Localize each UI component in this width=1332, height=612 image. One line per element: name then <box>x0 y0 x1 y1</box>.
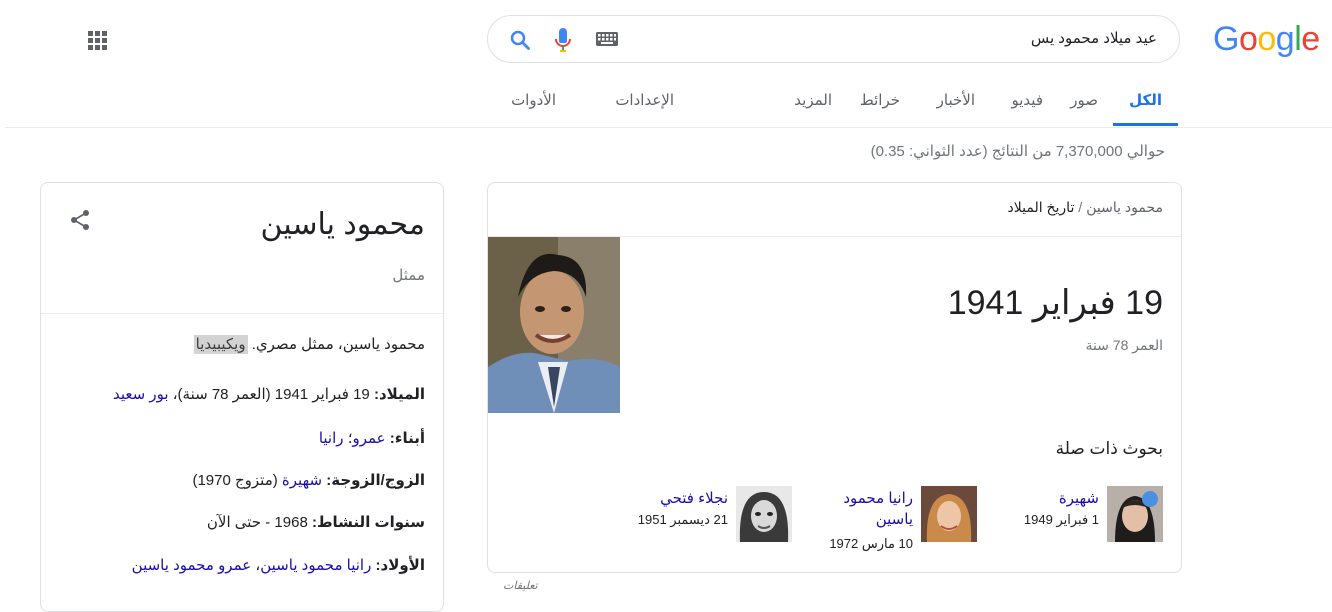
logo-letter: o <box>1257 20 1276 58</box>
keyboard-icon[interactable] <box>596 32 618 46</box>
fact-kids: الأولاد: رانيا محمود ياسين، عمرو محمود ي… <box>132 556 425 574</box>
logo-letter: l <box>1294 20 1302 58</box>
related-searches-heading: بحوث ذات صلة <box>1055 439 1163 458</box>
tab-settings[interactable]: الإعدادات <box>615 82 674 126</box>
fact-active-years: سنوات النشاط: 1968 - حتى الآن <box>207 513 425 531</box>
child-link[interactable]: عمرو <box>352 430 385 447</box>
kp-description-text: محمود ياسين، ممثل مصري. <box>251 336 425 353</box>
related-name[interactable]: شهيرة <box>1059 488 1099 509</box>
breadcrumb-parent[interactable]: محمود ياسين <box>1086 199 1163 215</box>
related-thumbnail[interactable] <box>921 486 977 542</box>
fact-label: الأولاد: <box>375 557 426 574</box>
fact-spouse: الزوج/الزوجة: شهيرة (متزوج 1970) <box>192 471 425 489</box>
birth-date: 19 فبراير 1941 <box>947 284 1163 322</box>
related-thumbnail[interactable] <box>1107 486 1163 542</box>
child-link[interactable]: رانيا <box>319 430 344 447</box>
related-thumbnail[interactable] <box>736 486 792 542</box>
related-date: 21 ديسمبر 1951 <box>637 512 728 527</box>
kp-subtitle: ممثل <box>392 267 425 284</box>
logo-letter: g <box>1275 20 1295 58</box>
related-item[interactable]: نجلاء فتحي 21 ديسمبر 1951 <box>632 486 792 546</box>
fact-label: الزوج/الزوجة: <box>326 472 425 489</box>
related-name-line[interactable]: ياسين <box>843 509 913 530</box>
search-tabs: الكل صور فيديو الأخبار خرائط المزيد الإع… <box>500 82 1180 126</box>
logo-letter: G <box>1213 20 1239 58</box>
fact-label: أبناء: <box>389 430 425 447</box>
born-place-link[interactable]: بور سعيد <box>113 386 169 403</box>
fact-children: أبناء: عمرو؛ رانيا <box>319 429 425 447</box>
fact-value: 19 فبراير 1941 (العمر 78 سنة)، <box>172 386 370 403</box>
mic-icon[interactable] <box>553 27 573 53</box>
fact-value: (متزوج 1970) <box>192 472 278 489</box>
kp-description: محمود ياسين، ممثل مصري. ويكيبيديا <box>193 335 425 354</box>
birthdate-answer-card: محمود ياسين/تاريخ الميلاد 19 فبراير 1941… <box>487 182 1182 573</box>
kid-link[interactable]: عمرو محمود ياسين <box>132 557 252 574</box>
tabs-divider <box>5 127 1332 128</box>
wikipedia-link[interactable]: ويكيبيديا <box>193 335 248 354</box>
related-name-line[interactable]: رانيا محمود <box>843 488 913 509</box>
related-item[interactable]: رانيا محمود ياسين 10 مارس 1972 <box>827 486 977 551</box>
breadcrumb-separator: / <box>1078 199 1083 215</box>
share-icon[interactable] <box>69 209 91 231</box>
breadcrumb: محمود ياسين/تاريخ الميلاد <box>1008 199 1163 216</box>
related-name[interactable]: رانيا محمود ياسين <box>843 488 913 530</box>
kp-divider <box>41 313 443 314</box>
tab-maps[interactable]: خرائط <box>860 82 900 126</box>
tab-images[interactable]: صور <box>1070 82 1098 126</box>
fact-value: 1968 - حتى الآن <box>206 514 308 531</box>
search-icon[interactable] <box>508 28 532 52</box>
knowledge-panel: محمود ياسين ممثل محمود ياسين، ممثل مصري.… <box>40 182 444 612</box>
tab-tools[interactable]: الأدوات <box>511 82 556 126</box>
logo-letter: o <box>1238 20 1258 58</box>
fact-label: سنوات النشاط: <box>311 514 425 531</box>
kid-link[interactable]: رانيا محمود ياسين <box>260 557 371 574</box>
apps-grid-icon[interactable] <box>88 31 108 51</box>
search-input[interactable]: عيد ميلاد محمود يس <box>1031 16 1157 62</box>
feedback-link[interactable]: تعليقات <box>503 579 538 592</box>
fact-label: الميلاد: <box>373 386 425 403</box>
search-box[interactable]: عيد ميلاد محمود يس <box>487 15 1180 63</box>
breadcrumb-current: تاريخ الميلاد <box>1007 199 1075 215</box>
tab-more[interactable]: المزيد <box>794 82 832 126</box>
google-logo[interactable]: G o o g l e <box>1213 20 1320 58</box>
age-text: العمر 78 سنة <box>1085 337 1163 353</box>
tab-videos[interactable]: فيديو <box>1012 82 1044 126</box>
related-date: 10 مارس 1972 <box>829 536 913 551</box>
related-date: 1 فبراير 1949 <box>1023 512 1099 527</box>
result-stats: حوالي 7,370,000 من النتائج (عدد الثواني:… <box>870 143 1165 160</box>
fact-born: الميلاد: 19 فبراير 1941 (العمر 78 سنة)، … <box>113 385 425 403</box>
tab-all[interactable]: الكل <box>1113 82 1178 126</box>
tab-news[interactable]: الأخبار <box>937 82 975 126</box>
kp-title: محمود ياسين <box>260 208 426 241</box>
related-item[interactable]: شهيرة 1 فبراير 1949 <box>1023 486 1163 546</box>
spouse-link[interactable]: شهيرة <box>282 472 322 489</box>
logo-letter: e <box>1301 20 1320 58</box>
related-name[interactable]: نجلاء فتحي <box>660 488 728 509</box>
portrait-image[interactable] <box>488 237 620 413</box>
